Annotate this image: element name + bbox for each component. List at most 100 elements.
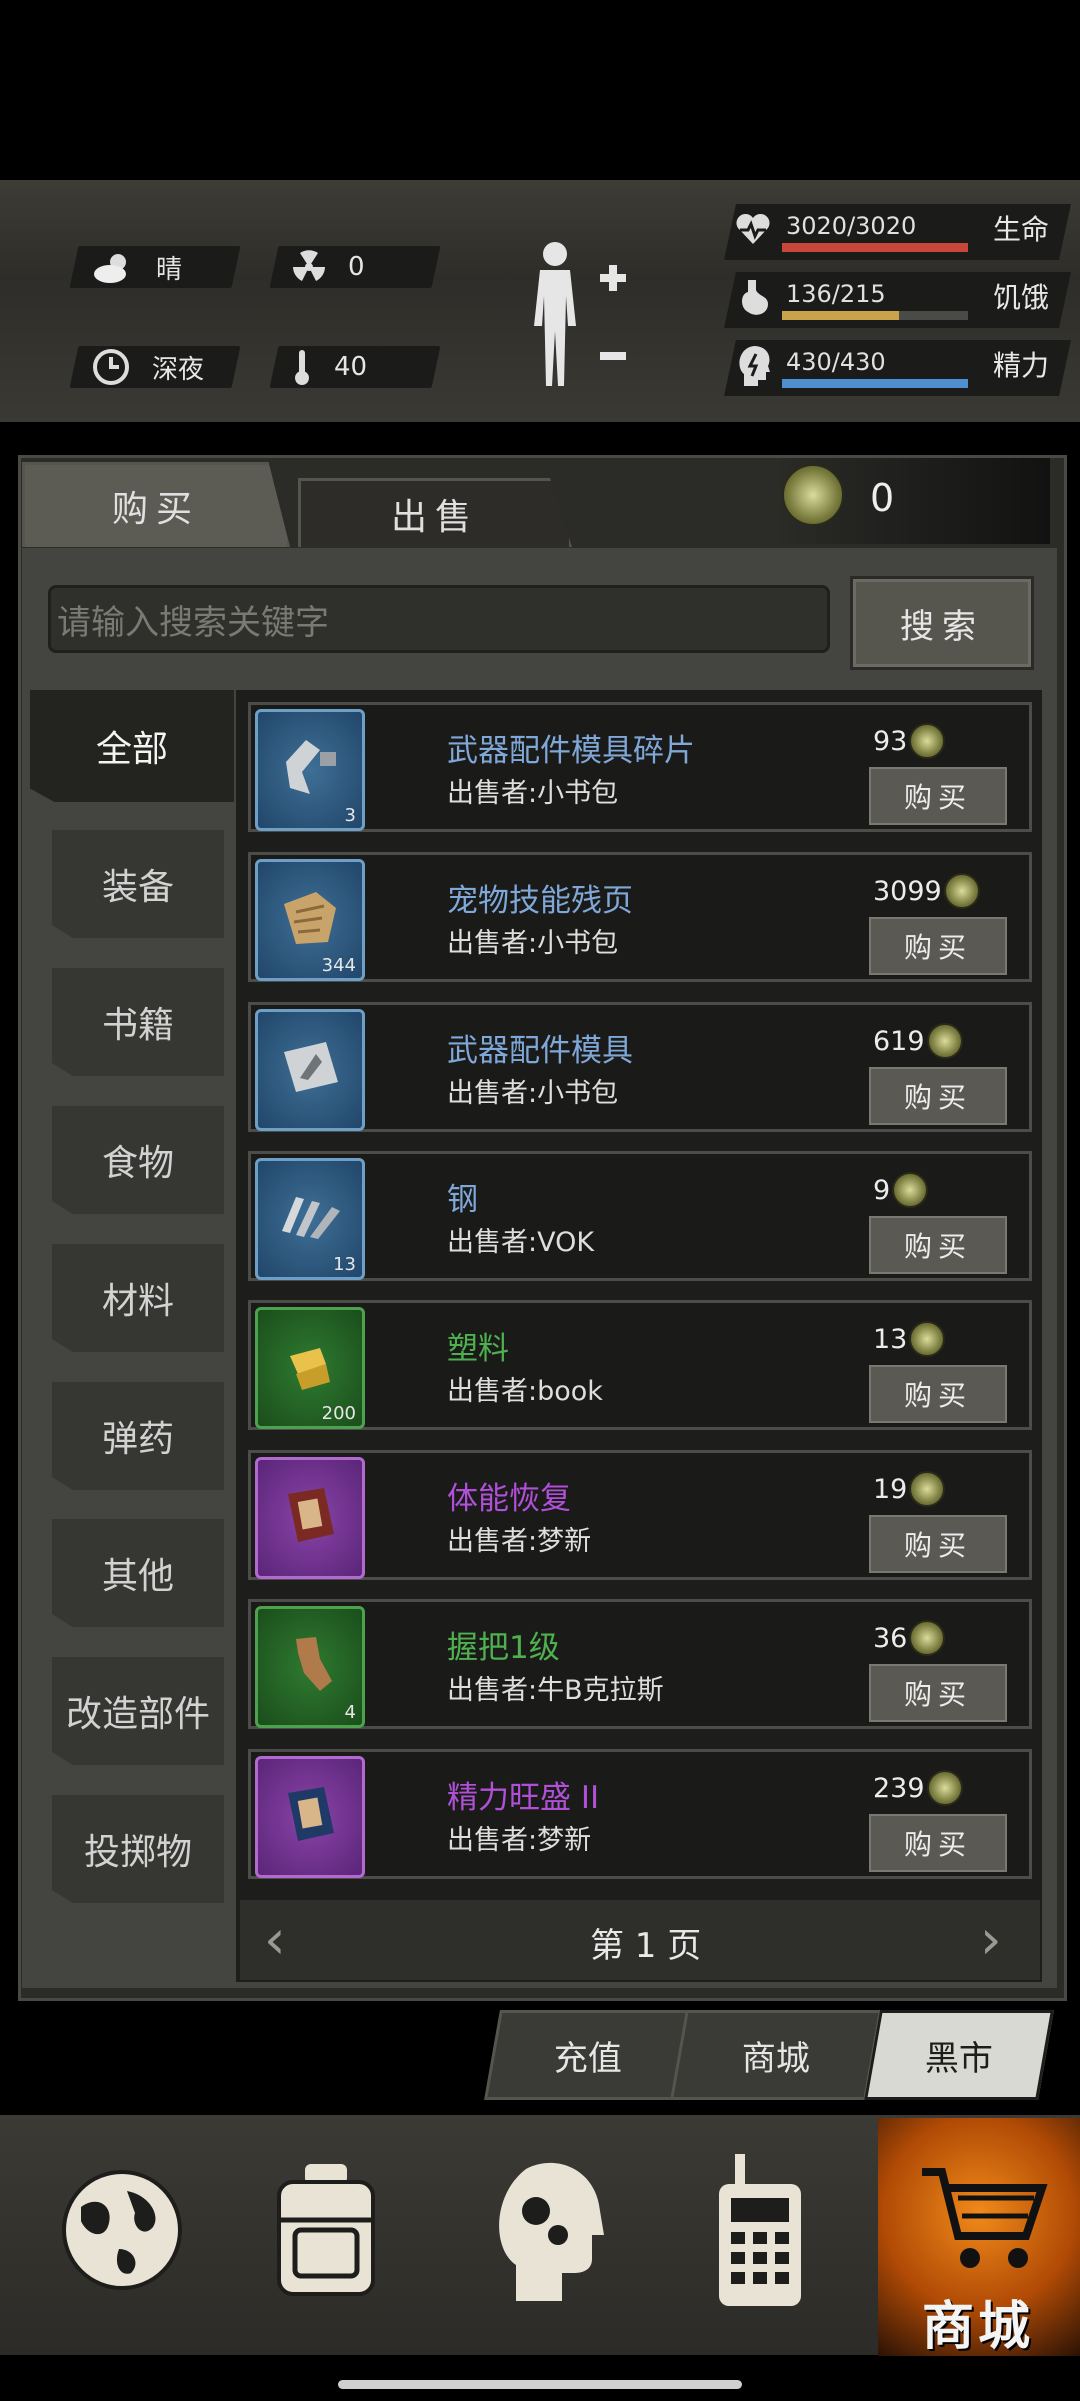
home-indicator[interactable] <box>338 2380 742 2389</box>
body-figure-icon[interactable] <box>520 236 630 396</box>
nav-radio[interactable] <box>680 2140 840 2320</box>
item-price: 93 <box>873 723 946 759</box>
nav-shop-label: 商城 <box>922 2297 1035 2357</box>
item-name: 体能恢复 <box>447 1481 571 1517</box>
buy-button-label: 购买 <box>903 1230 972 1263</box>
bottle-cap-coin-icon <box>926 1023 963 1059</box>
item-quantity: 200 <box>321 1403 356 1424</box>
search-button-label: 搜索 <box>900 606 984 647</box>
buy-button[interactable]: 购买 <box>869 1365 1007 1423</box>
list-item: 精力旺盛 II 出售者:梦新 239 购买 <box>248 1749 1032 1879</box>
item-name: 精力旺盛 II <box>447 1780 600 1816</box>
category-label: 装备 <box>101 867 174 908</box>
item-quantity: 4 <box>344 1702 356 1723</box>
buy-button-label: 购买 <box>903 931 972 964</box>
walkie-talkie-icon <box>719 2154 801 2306</box>
thermometer-icon <box>295 350 309 385</box>
buy-button-label: 购买 <box>903 1081 972 1114</box>
next-page-icon[interactable]: › <box>980 1910 1020 1970</box>
item-seller: 出售者:梦新 <box>447 1526 592 1557</box>
item-price-value: 36 <box>873 1622 908 1654</box>
category-equipment[interactable]: 装备 <box>52 830 224 938</box>
torn-page-icon <box>284 892 336 944</box>
list-item: 4 握把1级 出售者:牛B克拉斯 36 购买 <box>248 1599 1032 1729</box>
shopping-cart-icon <box>922 2168 1048 2268</box>
list-item: 武器配件模具 出售者:小书包 619 购买 <box>248 1002 1032 1132</box>
item-seller: 出售者:小书包 <box>447 928 619 959</box>
health-label: 生命 <box>993 213 1050 246</box>
energy-bar <box>782 379 968 388</box>
nav-skills[interactable] <box>466 2140 626 2320</box>
category-books[interactable]: 书籍 <box>52 968 224 1076</box>
category-all[interactable]: 全部 <box>30 690 234 802</box>
buy-button[interactable]: 购买 <box>869 1067 1007 1125</box>
item-icon-box: 13 <box>255 1158 365 1280</box>
category-other[interactable]: 其他 <box>52 1519 224 1627</box>
head-gears-icon <box>499 2162 604 2301</box>
nav-world[interactable] <box>42 2140 202 2320</box>
buy-button[interactable]: 购买 <box>869 1216 1007 1274</box>
item-name: 握把1级 <box>447 1630 560 1666</box>
temperature-value: 40 <box>334 352 368 382</box>
category-ammo[interactable]: 弹药 <box>52 1382 224 1490</box>
item-icon-box <box>255 1457 365 1579</box>
item-price-value: 239 <box>873 1772 925 1804</box>
item-price-value: 619 <box>873 1025 925 1057</box>
bottle-cap-coin-icon <box>909 1471 946 1507</box>
item-name: 武器配件模具 <box>447 1033 633 1069</box>
health-bar-fill <box>782 243 968 252</box>
list-item: 3 武器配件模具碎片 出售者:小书包 93 购买 <box>248 702 1032 832</box>
hunger-value: 136/215 <box>786 280 886 308</box>
tab-mall[interactable]: 商城 <box>670 2010 882 2100</box>
item-price-value: 3099 <box>873 875 942 907</box>
buy-button[interactable]: 购买 <box>869 1515 1007 1573</box>
list-item: 体能恢复 出售者:梦新 19 购买 <box>248 1450 1032 1580</box>
weather-chip: 晴 <box>69 246 241 288</box>
list-item: 200 塑料 出售者:book 13 购买 <box>248 1300 1032 1430</box>
radiation-chip: 0 <box>269 246 441 288</box>
tab-black-market-label: 黑市 <box>925 2038 993 2079</box>
skill-book-icon <box>288 1488 334 1542</box>
item-price: 9 <box>873 1172 929 1208</box>
nav-backpack[interactable] <box>246 2140 406 2320</box>
bottle-cap-coin-icon <box>926 1770 963 1806</box>
bottle-cap-coin-icon <box>782 464 844 526</box>
category-materials[interactable]: 材料 <box>52 1244 224 1352</box>
item-price: 619 <box>873 1023 963 1059</box>
tab-sell-label: 出售 <box>390 497 479 538</box>
tab-sell[interactable]: 出售 <box>298 478 572 547</box>
hunger-bar-fill <box>782 311 900 320</box>
buy-button[interactable]: 购买 <box>869 917 1007 975</box>
buy-button-label: 购买 <box>903 1379 972 1412</box>
search-input[interactable]: 请输入搜索关键字 <box>48 585 830 653</box>
nav-shop[interactable]: 商城 <box>878 2118 1080 2357</box>
buy-button[interactable]: 购买 <box>869 767 1007 825</box>
item-seller: 出售者:牛B克拉斯 <box>447 1675 664 1706</box>
category-food[interactable]: 食物 <box>52 1106 224 1214</box>
time-value: 深夜 <box>152 354 205 385</box>
prev-page-icon[interactable]: ‹ <box>264 1910 304 1970</box>
item-price-value: 9 <box>873 1174 891 1206</box>
search-placeholder: 请输入搜索关键字 <box>57 602 329 643</box>
buy-button[interactable]: 购买 <box>869 1814 1007 1872</box>
category-label: 书籍 <box>101 1005 174 1046</box>
currency-amount: 0 <box>870 476 895 520</box>
search-button[interactable]: 搜索 <box>850 576 1034 670</box>
category-throwables[interactable]: 投掷物 <box>52 1795 224 1903</box>
tab-recharge[interactable]: 充值 <box>484 2010 692 2100</box>
category-mod-parts[interactable]: 改造部件 <box>52 1657 224 1765</box>
health-value: 3020/3020 <box>786 212 917 240</box>
item-price-value: 13 <box>873 1323 908 1355</box>
item-price: 13 <box>873 1321 946 1357</box>
tab-black-market[interactable]: 黑市 <box>864 2010 1054 2100</box>
steel-icon <box>282 1197 340 1239</box>
buy-button[interactable]: 购买 <box>869 1664 1007 1722</box>
category-label: 弹药 <box>101 1419 174 1460</box>
buy-button-label: 购买 <box>903 1678 972 1711</box>
item-name: 钢 <box>447 1182 478 1218</box>
item-name: 宠物技能残页 <box>447 883 633 919</box>
category-label: 改造部件 <box>65 1694 210 1735</box>
item-seller: 出售者:book <box>447 1376 603 1407</box>
tab-buy[interactable]: 购买 <box>22 462 290 547</box>
radiation-icon <box>293 250 325 281</box>
